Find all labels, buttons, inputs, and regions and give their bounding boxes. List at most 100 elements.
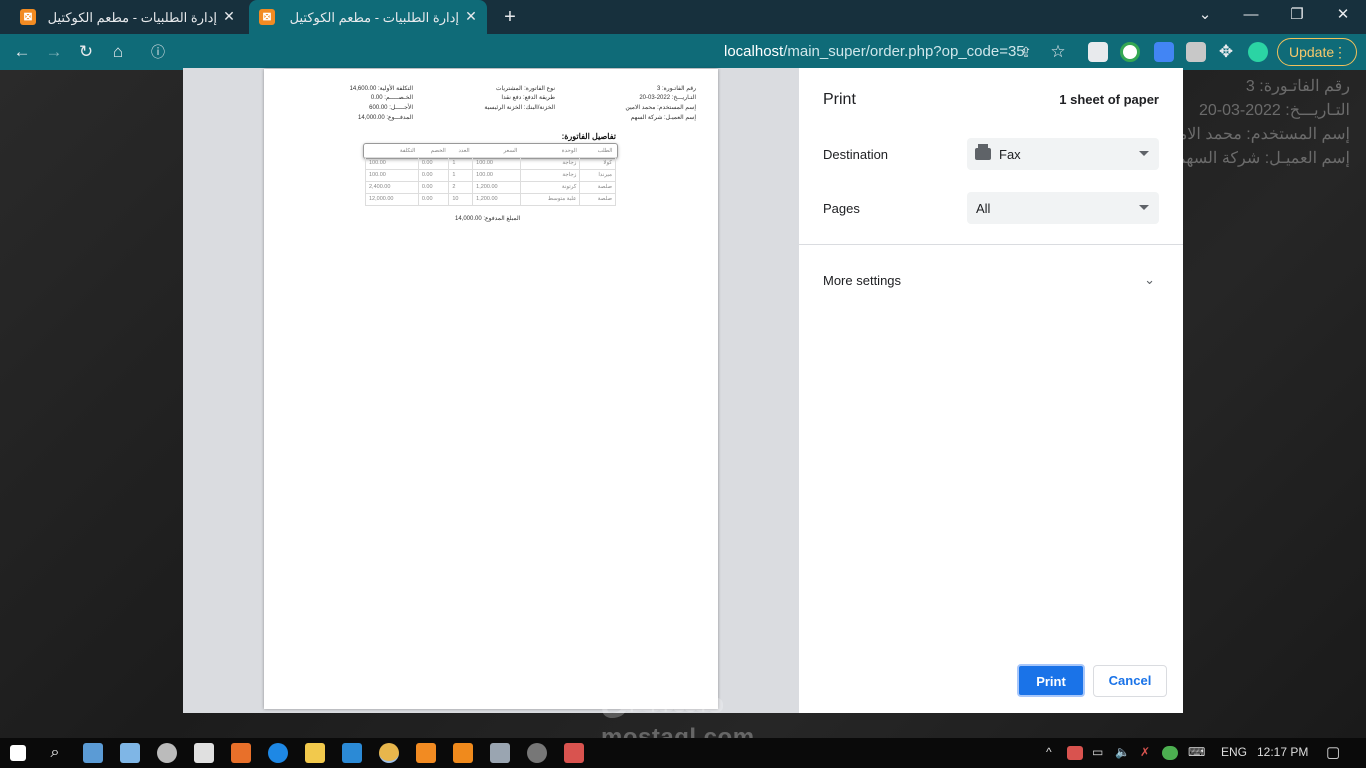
browser-toolbar: ← → ↻ ⌂ ⓘ localhost/main_super/order.php… <box>0 34 1366 70</box>
recorder-icon[interactable] <box>564 743 584 763</box>
media-app-icon[interactable] <box>231 743 251 763</box>
chrome-icon[interactable] <box>379 743 399 763</box>
close-icon[interactable]: ✕ <box>463 8 479 24</box>
window-close-icon[interactable]: ✕ <box>1320 0 1366 30</box>
col-header: الوحدة <box>520 145 580 158</box>
tray-app-icon[interactable] <box>1162 746 1178 760</box>
cell: 1 <box>448 168 474 182</box>
watermark-arabic: مستقل <box>600 673 726 720</box>
minimize-icon[interactable]: — <box>1228 0 1274 30</box>
bg-line: التـاريـــخ: 2022-03-20 <box>1198 102 1350 119</box>
tab-search-chevron-icon[interactable]: ⌄ <box>1182 0 1228 30</box>
print-title: Print <box>823 91 856 108</box>
forward-arrow-icon[interactable]: → <box>42 40 66 64</box>
table-row: صلصة علبة متوسط 1,200.00 10 0.00 12,000.… <box>365 192 616 206</box>
col-header: السعر <box>472 145 521 158</box>
bookmark-star-icon[interactable]: ☆ <box>1046 40 1070 64</box>
site-info-icon[interactable]: ⓘ <box>146 40 170 64</box>
extension-chrome-icon[interactable] <box>1120 42 1140 62</box>
monitor-app-icon[interactable] <box>490 743 510 763</box>
print-settings-panel: Print 1 sheet of paper Destination Fax P… <box>799 68 1183 713</box>
cell: 2 <box>448 180 474 194</box>
cell: 10 <box>448 192 474 206</box>
url-host: localhost <box>724 43 784 60</box>
chevron-down-icon[interactable]: ⌄ <box>1144 272 1155 288</box>
search-icon[interactable]: ⌕ <box>45 743 65 763</box>
table-header-row: الطلب الوحدة السعر العدد الخصم التكلفة <box>365 145 616 158</box>
bg-line: إسم العميـل: شركة السهم <box>1175 150 1350 167</box>
app-icon[interactable] <box>527 743 547 763</box>
browser-tab-2[interactable]: ⊠ إدارة الطلبيات - مطعم الكوكتيل ✕ <box>249 0 487 34</box>
paid: المدفـــوع: 14,000.00 <box>358 115 413 121</box>
more-settings-toggle[interactable]: More settings <box>823 273 901 288</box>
table-row: كولا زجاجة 100.00 1 0.00 100.00 <box>365 156 616 170</box>
keyboard-icon[interactable]: ⌨ <box>1188 745 1205 759</box>
extensions-puzzle-icon[interactable]: ✥ <box>1214 40 1238 64</box>
cancel-button[interactable]: Cancel <box>1093 665 1167 697</box>
notification-icon[interactable]: ▢ <box>1326 743 1340 761</box>
extension-calculator-icon[interactable] <box>1088 42 1108 62</box>
cell: 12,000.00 <box>365 192 419 206</box>
printer-icon <box>975 144 991 160</box>
destination-select[interactable]: Fax <box>967 138 1159 170</box>
cell: علبة متوسط <box>519 192 581 206</box>
cell: كرتونة <box>519 180 581 194</box>
bg-line: رقم الفاتـورة: 3 <box>1245 78 1350 95</box>
cell: 0.00 <box>417 156 450 170</box>
language-indicator[interactable]: ENG <box>1221 745 1247 759</box>
col-header: العدد <box>448 145 473 158</box>
calculator-icon[interactable] <box>194 743 214 763</box>
clock[interactable]: 12:17 PM <box>1257 745 1308 759</box>
back-arrow-icon[interactable]: ← <box>10 40 34 64</box>
home-icon[interactable]: ⌂ <box>106 40 130 64</box>
invoice-number: رقم الفاتـورة: 3 <box>656 86 696 92</box>
extension-on-icon[interactable] <box>1154 42 1174 62</box>
volume-icon[interactable]: 🔈 <box>1115 745 1130 759</box>
new-tab-button[interactable]: + <box>498 5 522 29</box>
battery-icon[interactable]: ▭ <box>1092 745 1103 759</box>
browser-tab-1[interactable]: ⊠ إدارة الطلبيات - مطعم الكوكتيل ✕ <box>10 0 245 34</box>
discount: الخـصـــــم: 0.00 <box>370 95 413 101</box>
profile-avatar[interactable] <box>1248 42 1268 62</box>
col-header: الخصم <box>418 145 449 158</box>
edge-icon[interactable] <box>268 743 288 763</box>
network-icon[interactable]: ✗ <box>1140 745 1150 759</box>
total-paid: المبلغ المدفوع: 14,000.00 <box>455 216 521 222</box>
print-button[interactable]: Print <box>1017 664 1085 697</box>
xampp-icon: ⊠ <box>259 9 275 25</box>
vscode-icon[interactable] <box>342 743 362 763</box>
payment-method: طريقة الدفع: دفع نقدا <box>501 95 555 101</box>
address-bar[interactable]: localhost/main_super/order.php?op_code=3… <box>724 43 1025 60</box>
pages-select[interactable]: All <box>967 192 1159 224</box>
windows-start-icon[interactable] <box>10 745 26 761</box>
xampp-icon[interactable] <box>416 743 436 763</box>
tray-chevron-icon[interactable]: ^ <box>1046 745 1052 759</box>
restore-icon[interactable]: ❐ <box>1274 0 1320 30</box>
paint-icon[interactable] <box>157 743 177 763</box>
table-row: ميرندا زجاجة 100.00 1 0.00 100.00 <box>365 168 616 182</box>
cell: 2,400.00 <box>365 180 419 194</box>
divider <box>799 244 1183 245</box>
dropdown-arrow-icon <box>1139 205 1149 210</box>
cell: 1,200.00 <box>472 180 521 194</box>
invoice-user: إسم المستخدم: محمد الامين <box>625 105 696 111</box>
reload-icon[interactable]: ↻ <box>74 40 98 64</box>
update-button[interactable]: Update ⋮ <box>1277 38 1357 66</box>
keyboard-app-icon[interactable] <box>83 743 103 763</box>
tab-title: إدارة الطلبيات - مطعم الكوكتيل <box>289 10 459 25</box>
browser-tab-bar: ⊠ إدارة الطلبيات - مطعم الكوكتيل ✕ ⊠ إدا… <box>0 0 1366 34</box>
cell: 1 <box>448 156 474 170</box>
share-icon[interactable]: ⇪ <box>1014 40 1038 64</box>
control-panel-icon[interactable] <box>120 743 140 763</box>
file-explorer-icon[interactable] <box>305 743 325 763</box>
tray-recorder-icon[interactable] <box>1067 746 1083 760</box>
extension-camera-icon[interactable] <box>1186 42 1206 62</box>
menu-dots-icon: ⋮ <box>1333 44 1347 60</box>
cell: صلصة <box>579 192 616 206</box>
preview-page: رقم الفاتـورة: 3 التـاريـــخ: 2022-03-20… <box>264 69 718 709</box>
cell: 0.00 <box>417 168 450 182</box>
close-icon[interactable]: ✕ <box>221 8 237 24</box>
cell: 100.00 <box>472 168 521 182</box>
tab-title: إدارة الطلبيات - مطعم الكوكتيل <box>47 10 217 25</box>
vlc-icon[interactable] <box>453 743 473 763</box>
